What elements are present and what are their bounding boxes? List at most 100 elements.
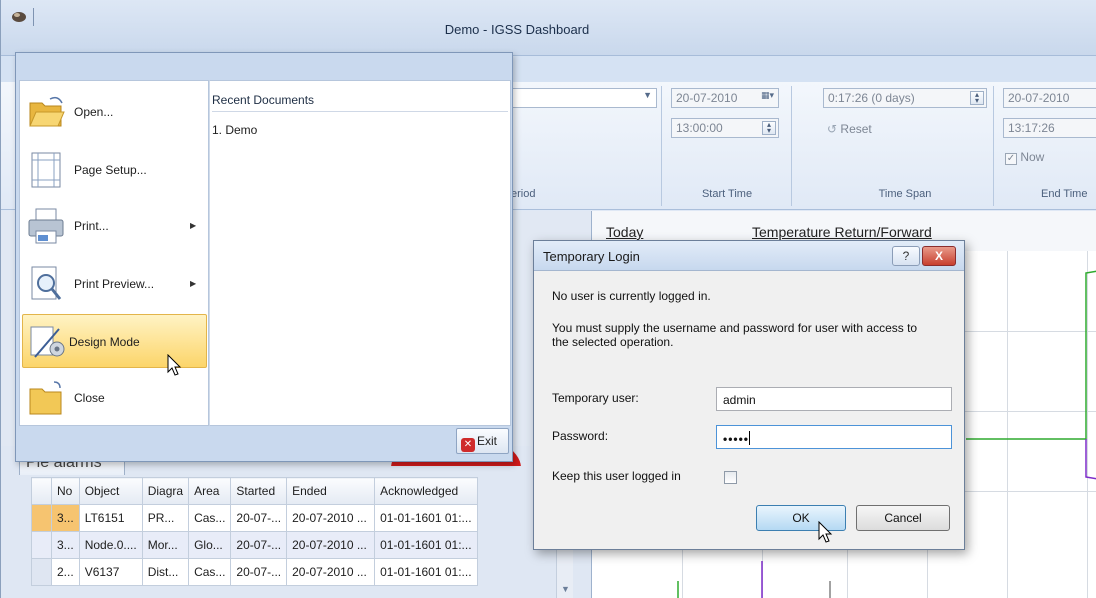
password-input[interactable]: ••••• xyxy=(716,425,952,449)
menu-item-open[interactable]: Open... xyxy=(20,85,208,139)
group-separator xyxy=(993,86,994,206)
app-window: Demo - IGSS Dashboard ▼ eriod 20-07-2010… xyxy=(0,0,1096,598)
table-cell: 3... xyxy=(51,531,80,559)
title-bar: Demo - IGSS Dashboard xyxy=(1,0,1096,56)
start-date-field[interactable]: 20-07-2010 ▦▾ xyxy=(671,88,779,108)
recent-documents-title: Recent Documents xyxy=(212,93,315,107)
text-caret xyxy=(749,431,751,445)
table-cell: 3... xyxy=(51,504,80,532)
table-cell: 20-07-2010 ... xyxy=(286,531,376,559)
time-span-group-label: Time Span xyxy=(878,188,932,200)
folder-close-icon xyxy=(29,381,62,415)
menu-item-page-setup[interactable]: Page Setup... xyxy=(20,143,208,197)
table-cell: LT6151 xyxy=(78,504,143,532)
menu-item-label: Close xyxy=(74,391,105,405)
table-cell: 20-07-... xyxy=(230,504,288,532)
page-setup-icon xyxy=(31,152,61,188)
column-header[interactable]: Ended xyxy=(286,477,376,505)
password-label: Password: xyxy=(552,429,609,443)
end-date-value: 20-07-2010 xyxy=(1008,91,1070,105)
row-selector[interactable] xyxy=(31,558,52,586)
reset-label: Reset xyxy=(840,122,872,136)
scroll-down-icon[interactable]: ▼ xyxy=(561,584,570,594)
recent-document-item[interactable]: 1. Demo xyxy=(212,123,257,137)
table-cell: 20-07-2010 ... xyxy=(286,558,376,586)
end-time-field[interactable]: 13:17:26 xyxy=(1003,118,1096,138)
table-cell: Cas... xyxy=(188,558,232,586)
spinner-icon[interactable]: ▴ ▾ xyxy=(762,121,776,135)
table-cell: 01-01-1601 01:... xyxy=(374,531,478,559)
column-header[interactable]: Started xyxy=(230,477,288,505)
time-span-value: 0:17:26 (0 days) xyxy=(828,91,915,105)
group-separator xyxy=(791,86,792,206)
table-cell: 01-01-1601 01:... xyxy=(374,558,478,586)
table-cell: Cas... xyxy=(188,504,232,532)
table-row[interactable]: 3... LT6151 PR... Cas... 20-07-... 20-07… xyxy=(31,504,478,532)
table-cell: PR... xyxy=(141,504,190,532)
table-cell: 20-07-... xyxy=(230,558,288,586)
start-time-value: 13:00:00 xyxy=(676,121,723,135)
menu-item-print-preview[interactable]: Print Preview... ▶ xyxy=(20,257,208,311)
menu-item-label: Print Preview... xyxy=(74,277,155,291)
table-cell: 20-07-... xyxy=(230,531,288,559)
column-header[interactable]: Diagra xyxy=(141,477,190,505)
table-cell: Mor... xyxy=(141,531,190,559)
table-cell: V6137 xyxy=(78,558,143,586)
checkmark-icon: ✓ xyxy=(1005,153,1017,165)
dialog-close-button[interactable]: X xyxy=(922,246,956,266)
keep-logged-in-label: Keep this user logged in xyxy=(552,469,681,483)
menu-item-label: Page Setup... xyxy=(74,163,147,177)
reset-icon: ↺ xyxy=(827,122,838,136)
column-header[interactable]: Acknowledged xyxy=(374,477,478,505)
row-selector[interactable] xyxy=(31,504,52,532)
now-checkbox[interactable]: ✓ Now xyxy=(1005,150,1044,165)
menu-item-print[interactable]: Print... ▶ xyxy=(20,199,208,253)
spinner-icon[interactable]: ▴ ▾ xyxy=(970,91,984,105)
divider xyxy=(212,111,508,112)
dialog-title-bar: Temporary Login ? X xyxy=(534,241,964,271)
table-cell: 2... xyxy=(51,558,80,586)
close-icon: ✕ xyxy=(461,438,475,452)
printer-icon xyxy=(28,208,64,244)
end-time-group-label: End Time xyxy=(1041,188,1088,200)
column-header[interactable]: Area xyxy=(188,477,232,505)
end-date-field[interactable]: 20-07-2010 xyxy=(1003,88,1096,108)
temporary-user-value: admin xyxy=(723,393,756,407)
start-time-field[interactable]: 13:00:00 ▴ ▾ xyxy=(671,118,779,138)
recent-documents-panel: Recent Documents 1. Demo xyxy=(209,80,511,426)
temporary-user-input[interactable]: admin xyxy=(716,387,952,411)
dialog-message-instructions: You must supply the username and passwor… xyxy=(552,321,918,349)
submenu-arrow-icon: ▶ xyxy=(190,279,197,288)
time-span-field[interactable]: 0:17:26 (0 days) ▴ ▾ xyxy=(823,88,987,108)
period-dropdown[interactable]: ▼ xyxy=(511,88,657,108)
keep-logged-in-checkbox[interactable] xyxy=(724,471,737,484)
menu-item-label: Print... xyxy=(74,219,109,233)
table-header-row: No Object Diagra Area Started Ended Ackn… xyxy=(31,477,478,505)
alarm-table: No Object Diagra Area Started Ended Ackn… xyxy=(31,477,478,586)
table-cell: 20-07-2010 ... xyxy=(286,504,376,532)
period-group-label: eriod xyxy=(511,188,536,200)
menu-item-label: Design Mode xyxy=(69,335,140,349)
menu-item-close[interactable]: Close xyxy=(20,371,208,425)
group-separator xyxy=(661,86,662,206)
help-button[interactable]: ? xyxy=(892,246,920,266)
dialog-message-status: No user is currently logged in. xyxy=(552,289,711,303)
column-header[interactable]: No xyxy=(51,477,80,505)
column-header[interactable]: Object xyxy=(78,477,143,505)
table-cell: 01-01-1601 01:... xyxy=(374,504,478,532)
calendar-icon[interactable]: ▦▾ xyxy=(761,90,774,101)
exit-button[interactable]: ✕ Exit xyxy=(456,428,509,454)
password-value: ••••• xyxy=(723,432,750,446)
chevron-down-icon: ▼ xyxy=(643,90,652,100)
table-row[interactable]: 2... V6137 Dist... Cas... 20-07-... 20-0… xyxy=(31,558,478,586)
select-all-cell[interactable] xyxy=(31,477,52,505)
reset-button[interactable]: ↺ Reset xyxy=(827,122,872,136)
cancel-button[interactable]: Cancel xyxy=(856,505,950,531)
table-row[interactable]: 3... Node.0.... Mor... Glo... 20-07-... … xyxy=(31,531,478,559)
exit-label: Exit xyxy=(477,434,498,448)
row-selector[interactable] xyxy=(31,531,52,559)
now-label: Now xyxy=(1020,150,1045,164)
design-mode-icon xyxy=(30,326,65,358)
submenu-arrow-icon: ▶ xyxy=(190,221,197,230)
start-time-group-label: Start Time xyxy=(701,188,753,200)
